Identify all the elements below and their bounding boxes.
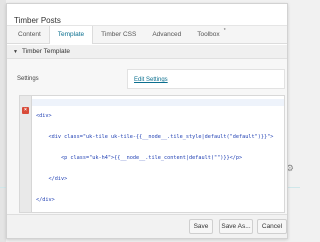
code-line: <div>	[36, 113, 52, 119]
settings-row: Settings Edit Settings	[7, 69, 287, 91]
tab-timber-css-label: Timber CSS	[101, 31, 137, 38]
code-line: <div class="uk-tile uk-tile-{{__node__.t…	[36, 134, 274, 140]
error-marker-icon[interactable]: ×	[22, 107, 29, 114]
section-header[interactable]: ▼ Timber Template	[7, 45, 287, 59]
tab-toolbox[interactable]: Toolbox *	[189, 26, 227, 43]
editor-gutter: ×	[20, 96, 32, 212]
tab-toolbox-label: Toolbox	[197, 31, 220, 38]
code-editor[interactable]: × <div> <div class="uk-tile uk-tile-{{__…	[19, 95, 285, 213]
panel-footer: Save Save As... Cancel	[7, 214, 287, 238]
timber-template-section: ▼ Timber Template Settings Edit Settings…	[7, 45, 287, 217]
tab-timber-css[interactable]: Timber CSS	[93, 26, 144, 43]
edit-settings-link[interactable]: Edit Settings	[134, 77, 168, 83]
tab-content-label: Content	[18, 31, 41, 38]
settings-label: Settings	[17, 76, 39, 82]
tab-advanced[interactable]: Advanced	[144, 26, 189, 43]
tab-toolbox-marker: *	[223, 28, 226, 34]
caret-down-icon: ▼	[13, 48, 18, 55]
settings-field: Edit Settings	[127, 69, 285, 89]
code-content[interactable]: <div> <div class="uk-tile uk-tile-{{__no…	[36, 99, 274, 212]
tab-content[interactable]: Content	[10, 26, 49, 43]
code-line: </div>	[36, 197, 55, 203]
code-line: </div>	[36, 176, 68, 182]
tab-advanced-label: Advanced	[152, 31, 182, 38]
tab-template[interactable]: Template	[48, 26, 94, 44]
tab-bar: Content Template Timber CSS Advanced Too…	[7, 26, 287, 44]
panel-header[interactable]: Timber Posts	[7, 4, 287, 26]
save-button[interactable]: Save	[189, 219, 213, 234]
cancel-button[interactable]: Cancel	[257, 219, 287, 234]
section-title: Timber Template	[21, 48, 70, 55]
settings-panel: Timber Posts Content Template Timber CSS…	[6, 3, 288, 239]
panel-title: Timber Posts	[14, 16, 61, 25]
tab-template-label: Template	[57, 31, 85, 38]
save-as-button[interactable]: Save As...	[219, 219, 253, 234]
code-line: <p class="uk-h4">{{__node__.tile_content…	[36, 155, 243, 161]
